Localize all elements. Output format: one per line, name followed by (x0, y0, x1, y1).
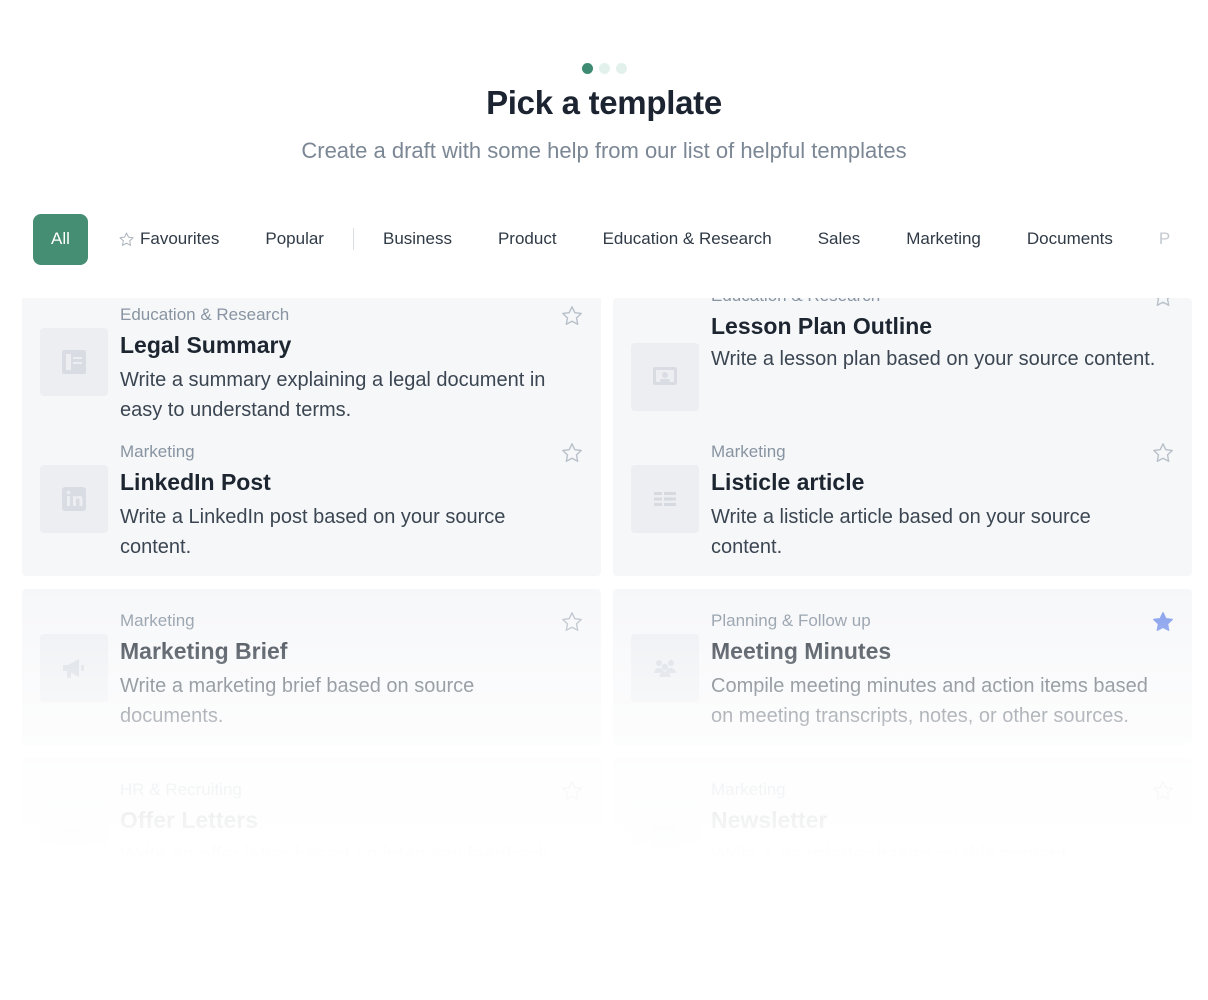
meeting-icon (654, 660, 676, 677)
template-icon-tile (40, 328, 108, 396)
template-card-meeting-minutes[interactable]: Planning & Follow up Meeting Minutes Com… (613, 589, 1192, 745)
template-category: Marketing (120, 442, 195, 461)
presentation-icon (653, 367, 677, 385)
template-icon-tile (40, 803, 108, 871)
tab-next-partial[interactable]: P (1159, 229, 1170, 249)
filter-divider (352, 228, 354, 250)
template-icon-tile (40, 465, 108, 533)
list-icon (654, 492, 676, 506)
template-title: Lesson Plan Outline (711, 313, 933, 339)
template-category: Planning & Follow up (711, 611, 871, 630)
template-card-legal-summary[interactable]: Education & Research Legal Summary Write… (22, 298, 601, 439)
template-icon-tile (631, 634, 699, 702)
page-title: Pick a template (486, 84, 722, 121)
letter-icon (63, 829, 85, 845)
tab-documents[interactable]: Documents (1027, 229, 1113, 249)
favourite-star-icon[interactable] (560, 610, 584, 634)
template-title: Legal Summary (120, 332, 292, 358)
tab-favourites[interactable]: Favourites (118, 229, 219, 249)
template-icon-tile (631, 343, 699, 411)
template-category: HR & Recruiting (120, 780, 242, 799)
document-icon (62, 350, 86, 374)
favourite-star-icon[interactable] (560, 441, 584, 465)
newsletter-icon (654, 827, 676, 847)
tab-business[interactable]: Business (383, 229, 452, 249)
template-card-newsletter[interactable]: Marketing Newsletter Write a newsletter … (613, 758, 1192, 878)
template-category: Marketing (711, 442, 786, 461)
template-title: Newsletter (711, 807, 828, 833)
template-icon-tile (631, 803, 699, 871)
template-title: Offer Letters (120, 807, 259, 833)
template-icon-tile (40, 634, 108, 702)
favourite-star-icon[interactable] (1151, 298, 1175, 309)
tab-sales[interactable]: Sales (818, 229, 861, 249)
template-description: Write a lesson plan based on your source… (711, 348, 1156, 370)
tab-all[interactable]: All (33, 213, 88, 265)
star-outline-icon (119, 231, 134, 246)
tab-popular[interactable]: Popular (265, 229, 324, 249)
template-title: Marketing Brief (120, 638, 288, 664)
template-description: Write a newsletter based on this content… (711, 844, 1072, 866)
template-description: Write a marketing brief based on source … (120, 675, 475, 727)
favourite-star-icon[interactable] (560, 304, 584, 328)
category-filter-bar: All Favourites Popular Business Product … (33, 213, 1193, 265)
step-dot-1 (581, 63, 593, 74)
template-description: Write a LinkedIn post based on your sour… (120, 506, 506, 558)
template-grid: Education & Research Legal Summary Write… (22, 298, 1192, 878)
linkedin-icon (62, 487, 86, 511)
template-description: Write a listicle article based on your s… (711, 506, 1091, 558)
template-description: Compile meeting minutes and action items… (711, 675, 1148, 727)
template-title: LinkedIn Post (120, 469, 271, 495)
favourite-star-filled-icon[interactable] (1151, 610, 1175, 634)
step-dot-2 (598, 63, 610, 74)
template-description: Write a summary explaining a legal docum… (120, 369, 546, 421)
favourite-star-icon[interactable] (1151, 779, 1175, 803)
tab-education-research[interactable]: Education & Research (603, 229, 772, 249)
tab-favourites-label: Favourites (140, 229, 220, 248)
page-subtitle: Create a draft with some help from our l… (301, 138, 907, 163)
template-card-linkedin-post[interactable]: Marketing LinkedIn Post Write a LinkedIn… (22, 420, 601, 576)
tab-product[interactable]: Product (498, 229, 557, 249)
step-dot-3 (615, 63, 627, 74)
favourite-star-icon[interactable] (1151, 441, 1175, 465)
template-category: Education & Research (120, 305, 290, 324)
template-card-offer-letters[interactable]: HR & Recruiting Offer Letters Write an o… (22, 758, 601, 878)
template-category: Marketing (120, 611, 195, 630)
template-card-marketing-brief[interactable]: Marketing Marketing Brief Write a market… (22, 589, 601, 745)
template-title: Meeting Minutes (711, 638, 892, 664)
template-card-listicle-article[interactable]: Marketing Listicle article Write a listi… (613, 420, 1192, 576)
tab-marketing[interactable]: Marketing (906, 229, 981, 249)
template-category: Education & Research (711, 298, 880, 306)
step-indicator (0, 63, 1208, 74)
megaphone-icon (63, 659, 84, 678)
template-icon-tile (631, 465, 699, 533)
favourite-star-icon[interactable] (560, 779, 584, 803)
template-title: Listicle article (711, 469, 865, 495)
template-category: Marketing (711, 780, 786, 799)
template-description: Write an offer letter based on interview… (120, 844, 554, 866)
